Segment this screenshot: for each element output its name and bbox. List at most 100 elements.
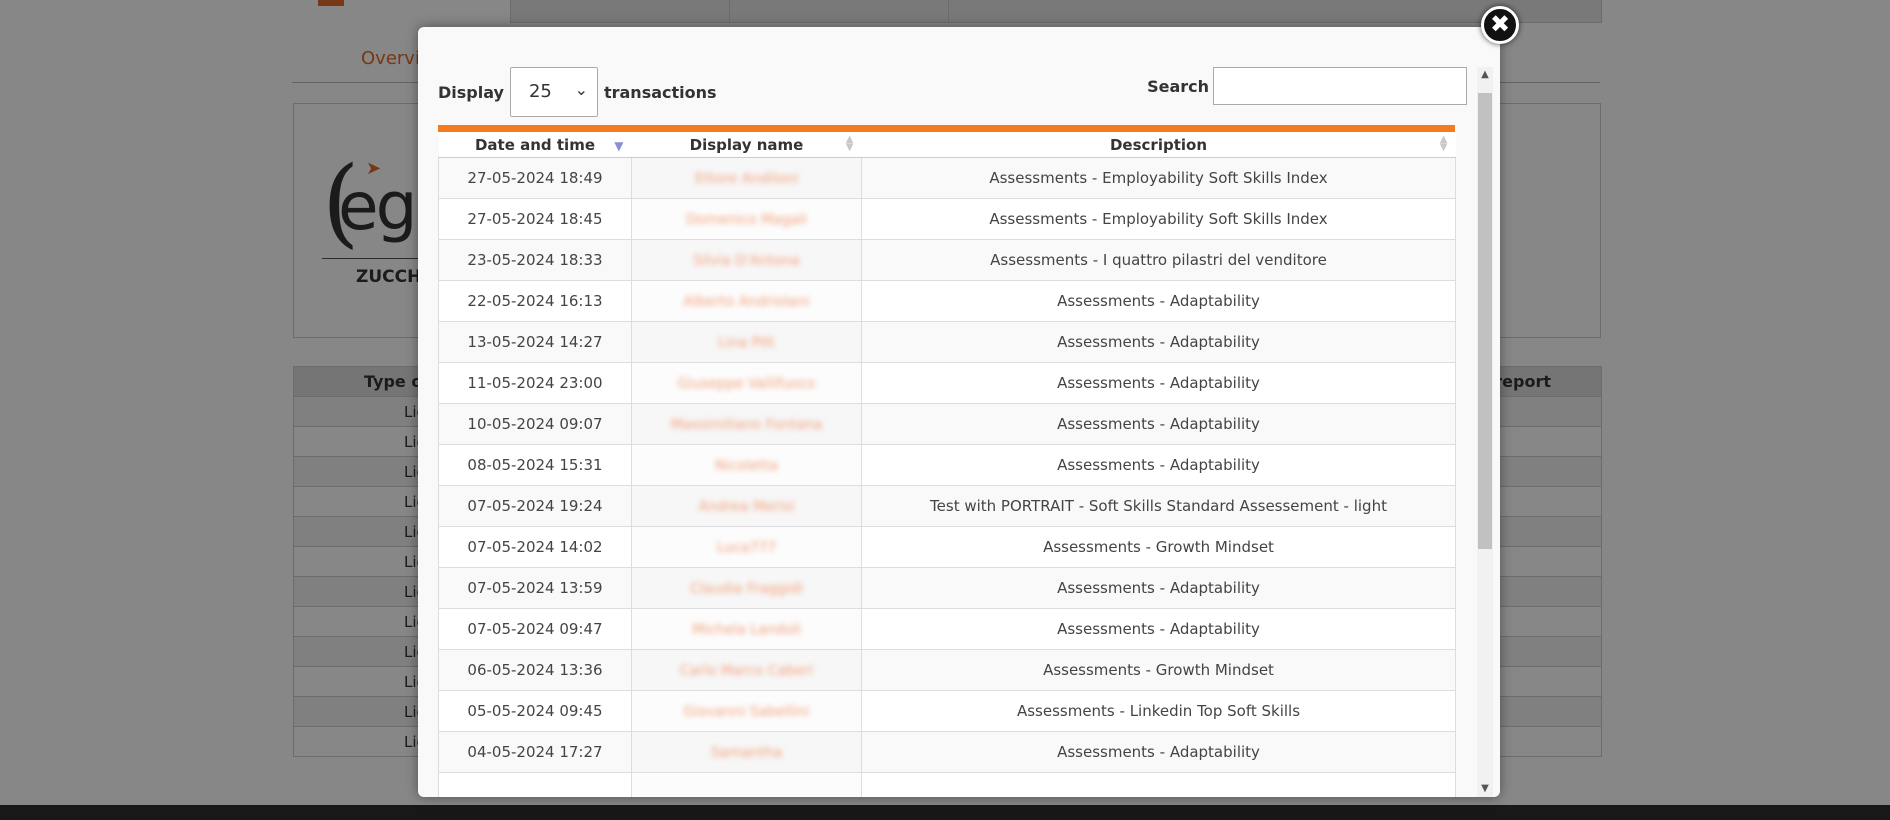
cell-description: Assessments - Adaptability (861, 567, 1456, 609)
table-row: 10-05-2024 09:07 Massimiliano Fontana Asse… (438, 403, 1456, 445)
cell-date-time: 11-05-2024 23:00 (438, 362, 632, 404)
cell-display-name: Lina Pitt (631, 321, 862, 363)
column-header-date[interactable]: Date and time ▼ (438, 132, 632, 158)
close-icon[interactable]: ✖ (1481, 6, 1519, 44)
table-row: 05-05-2024 09:45 Giovanni Sabellini Assess… (438, 690, 1456, 732)
cell-display-name: Ettore Andiloni (631, 157, 862, 199)
cell-display-name: Nicoletta (631, 444, 862, 486)
chevron-down-icon: ⌄ (574, 80, 588, 99)
cell-description: Assessments - Adaptability (861, 731, 1456, 773)
table-accent-bar (438, 125, 1455, 132)
display-name-link[interactable]: Andrea Merisi (699, 499, 795, 515)
page-length-value: 25 (528, 81, 552, 102)
cell-description: Assessments - Adaptability (861, 321, 1456, 363)
table-row: 07-05-2024 14:02 Luca777 Assessments - Gro… (438, 526, 1456, 568)
table-row: 07-05-2024 09:47 Michela Landoli Assessmen… (438, 608, 1456, 650)
sort-both-icon: ▲ ▼ (1439, 134, 1448, 153)
table-row: 23-05-2024 18:33 Silvia D'Antona Assessmen… (438, 239, 1456, 281)
cell-display-name: Domenico Magali (631, 198, 862, 240)
display-name-link[interactable]: Claudia Fraggidi (690, 581, 803, 597)
scroll-up-arrow-icon[interactable]: ▲ (1477, 67, 1493, 83)
cell-display-name: Luca777 (631, 526, 862, 568)
table-row: 06-05-2024 13:36 Carlo Marco Caberi Assess… (438, 649, 1456, 691)
table-row: 22-05-2024 16:13 Alberto Andriolani Assess… (438, 280, 1456, 322)
cell-description: Assessments - Employability Soft Skills … (861, 198, 1456, 240)
display-name-link[interactable]: Massimiliano Fontana (671, 417, 822, 433)
table-row (438, 772, 1456, 797)
display-name-link[interactable]: Samantha (711, 745, 783, 761)
table-row: 08-05-2024 15:31 Nicoletta Assessments - A… (438, 444, 1456, 486)
scroll-down-arrow-icon[interactable]: ▼ (1477, 781, 1493, 797)
column-header-description[interactable]: Description ▲ ▼ (861, 132, 1456, 158)
cell-date-time: 22-05-2024 16:13 (438, 280, 632, 322)
cell-date-time: 07-05-2024 19:24 (438, 485, 632, 527)
cell-description: Assessments - Adaptability (861, 280, 1456, 322)
cell-date-time: 08-05-2024 15:31 (438, 444, 632, 486)
cell-date-time: 04-05-2024 17:27 (438, 731, 632, 773)
cell-description: Assessments - Adaptability (861, 608, 1456, 650)
page-length-select[interactable]: 25 ⌄ (509, 67, 598, 117)
cell-display-name: Alberto Andriolani (631, 280, 862, 322)
cell-display-name: Andrea Merisi (631, 485, 862, 527)
cell-display-name: Massimiliano Fontana (631, 403, 862, 445)
cell-description: Assessments - Employability Soft Skills … (861, 157, 1456, 199)
display-name-link[interactable]: Nicoletta (715, 458, 778, 474)
page-length-control: Display 25 ⌄ transactions (438, 67, 717, 117)
display-name-link[interactable]: Carlo Marco Caberi (680, 663, 813, 679)
transactions-label: transactions (603, 82, 717, 102)
display-name-link[interactable]: Giovanni Sabellini (684, 704, 810, 720)
display-name-link[interactable]: Silvia D'Antona (693, 253, 799, 269)
cell-display-name: Silvia D'Antona (631, 239, 862, 281)
column-header-display-name[interactable]: Display name ▲ ▼ (631, 132, 862, 158)
search-label: Search (1147, 76, 1209, 96)
cell-date-time: 07-05-2024 14:02 (438, 526, 632, 568)
cell-description: Test with PORTRAIT - Soft Skills Standar… (861, 485, 1456, 527)
table-row: 07-05-2024 13:59 Claudia Fraggidi Assessme… (438, 567, 1456, 609)
cell-display-name: Claudia Fraggidi (631, 567, 862, 609)
table-row: 13-05-2024 14:27 Lina Pitt Assessments - A… (438, 321, 1456, 363)
search-control: Search (1147, 67, 1467, 105)
column-header-date-label: Date and time (474, 135, 595, 154)
display-name-link[interactable]: Luca777 (717, 540, 776, 556)
cell-display-name: Carlo Marco Caberi (631, 649, 862, 691)
display-name-link[interactable]: Lina Pitt (718, 335, 775, 351)
transactions-modal: Display 25 ⌄ transactions Search Date an… (418, 27, 1500, 797)
search-input[interactable] (1213, 67, 1467, 105)
cell-date-time (438, 772, 632, 797)
sort-desc-icon: ▼ (614, 139, 624, 153)
cell-date-time: 13-05-2024 14:27 (438, 321, 632, 363)
table-header-row: Date and time ▼ Display name ▲ ▼ Descript… (438, 132, 1456, 158)
table-row: 27-05-2024 18:45 Domenico Magali Assessmen… (438, 198, 1456, 240)
display-name-link[interactable]: Ettore Andiloni (695, 171, 798, 187)
cell-display-name: Michela Landoli (631, 608, 862, 650)
cell-display-name: Samantha (631, 731, 862, 773)
cell-description: Assessments - I quattro pilastri del ven… (861, 239, 1456, 281)
display-name-link[interactable]: Domenico Magali (686, 212, 807, 228)
cell-display-name: Giuseppe Vallifuoco (631, 362, 862, 404)
modal-scrollbar[interactable]: ▲ ▼ (1477, 67, 1493, 797)
scrollbar-thumb[interactable] (1478, 93, 1492, 549)
cell-date-time: 06-05-2024 13:36 (438, 649, 632, 691)
cell-description: Assessments - Adaptability (861, 362, 1456, 404)
cell-date-time: 23-05-2024 18:33 (438, 239, 632, 281)
transactions-table: Date and time ▼ Display name ▲ ▼ Descript… (438, 132, 1456, 797)
cell-date-time: 27-05-2024 18:49 (438, 157, 632, 199)
table-row: 07-05-2024 19:24 Andrea Merisi Test with P… (438, 485, 1456, 527)
cell-description: Assessments - Adaptability (861, 403, 1456, 445)
column-header-description-label: Description (1109, 135, 1208, 154)
display-name-link[interactable]: Giuseppe Vallifuoco (678, 376, 816, 392)
sort-both-icon: ▲ ▼ (845, 134, 854, 153)
cell-date-time: 27-05-2024 18:45 (438, 198, 632, 240)
display-name-link[interactable]: Michela Landoli (692, 622, 801, 638)
cell-date-time: 07-05-2024 13:59 (438, 567, 632, 609)
transactions-table-wrapper: Date and time ▼ Display name ▲ ▼ Descript… (438, 125, 1456, 797)
cell-date-time: 05-05-2024 09:45 (438, 690, 632, 732)
cell-display-name (631, 772, 862, 797)
display-label: Display (438, 82, 504, 102)
cell-display-name: Giovanni Sabellini (631, 690, 862, 732)
modal-scroll-area: Display 25 ⌄ transactions Search Date an… (438, 47, 1493, 797)
cell-date-time: 10-05-2024 09:07 (438, 403, 632, 445)
cell-description: Assessments - Adaptability (861, 444, 1456, 486)
table-row: 04-05-2024 17:27 Samantha Assessments - Ad… (438, 731, 1456, 773)
display-name-link[interactable]: Alberto Andriolani (683, 294, 809, 310)
